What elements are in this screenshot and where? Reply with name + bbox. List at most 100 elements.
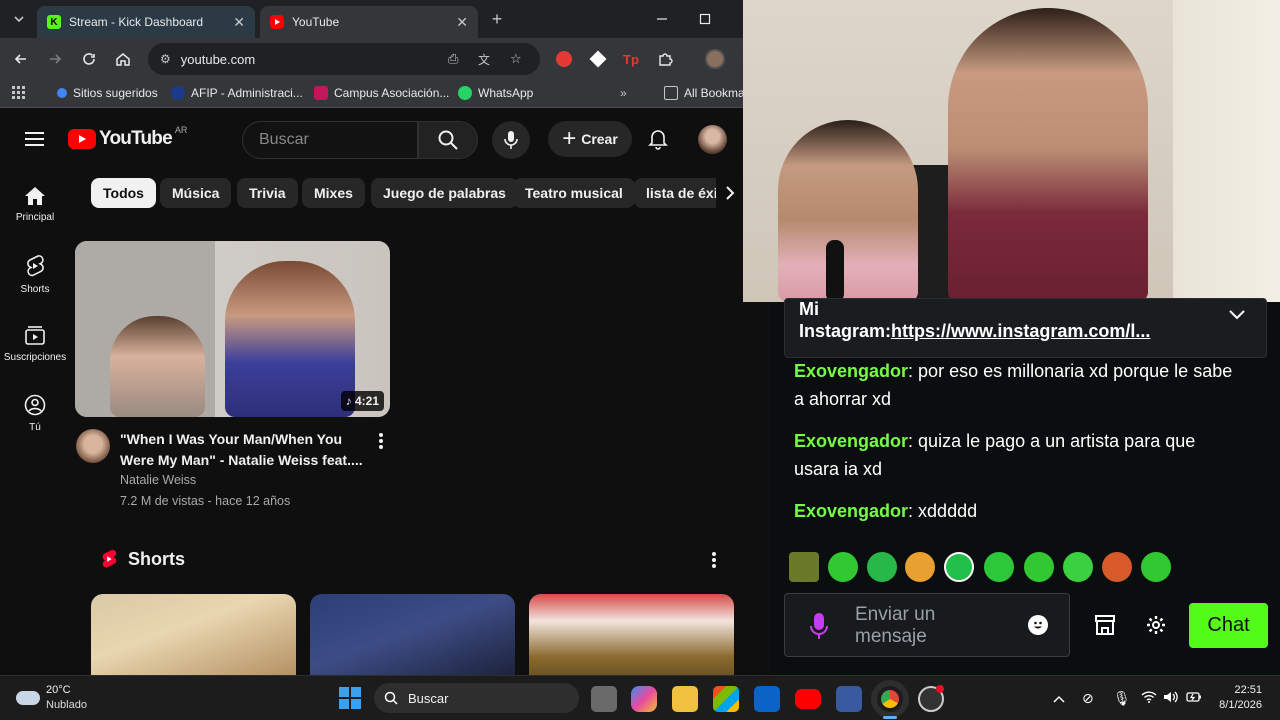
tab-list-icon[interactable]: [8, 8, 30, 30]
sidebar-item-principal[interactable]: Principal: [0, 186, 70, 223]
tray-overflow-chevron-icon[interactable]: [1053, 690, 1065, 706]
app-icon[interactable]: [836, 686, 862, 712]
sidebar-label: Suscripciones: [3, 352, 67, 363]
windows-start-icon[interactable]: [339, 687, 361, 709]
tray-microphone-icon[interactable]: 🎙: [1113, 690, 1131, 707]
reload-icon[interactable]: [78, 48, 100, 70]
channel-avatar[interactable]: [76, 429, 110, 463]
tab-youtube[interactable]: YouTube ✕: [260, 6, 478, 38]
chip-todos[interactable]: Todos: [91, 178, 156, 208]
clock[interactable]: 22:51 8/1/2026: [1212, 683, 1262, 713]
chip-musica[interactable]: Música: [160, 178, 232, 208]
bookmarks-overflow-icon[interactable]: »: [620, 86, 627, 100]
emote-icon[interactable]: [1063, 552, 1093, 582]
site-info-icon[interactable]: ⚙: [160, 52, 171, 66]
youtube-logo[interactable]: YouTube AR: [68, 125, 187, 150]
emote-icon[interactable]: [905, 552, 935, 582]
close-tab-icon[interactable]: ✕: [233, 14, 245, 31]
home-icon[interactable]: [112, 48, 134, 70]
sidebar-item-shorts[interactable]: Shorts: [0, 254, 70, 295]
video-thumbnail[interactable]: ♪ 4:21: [75, 241, 390, 417]
more-options-icon[interactable]: [378, 432, 384, 455]
tab-kick-dashboard[interactable]: K Stream - Kick Dashboard ✕: [37, 6, 255, 38]
notifications-bell-icon[interactable]: [648, 128, 668, 155]
short-thumbnail[interactable]: [310, 594, 515, 675]
emote-icon[interactable]: [984, 552, 1014, 582]
minimize-icon[interactable]: [651, 8, 673, 30]
bookmark-afip[interactable]: AFIP - Administraci...: [171, 86, 303, 100]
translate-icon[interactable]: 文: [478, 51, 490, 68]
emote-icon[interactable]: [1141, 552, 1171, 582]
chip-juego-de-palabras[interactable]: Juego de palabras: [371, 178, 518, 208]
menu-icon[interactable]: [25, 130, 45, 153]
search-button[interactable]: [418, 121, 478, 159]
forward-icon[interactable]: [44, 48, 66, 70]
extension-stop-icon[interactable]: [553, 48, 575, 70]
short-thumbnail[interactable]: [91, 594, 296, 675]
microsoft-store-icon[interactable]: [713, 686, 739, 712]
emote-icon[interactable]: [867, 552, 897, 582]
extension-diamond-icon[interactable]: [587, 48, 609, 70]
file-explorer-icon[interactable]: [672, 686, 698, 712]
send-chat-button[interactable]: Chat: [1189, 603, 1268, 648]
youtube-app-icon[interactable]: [795, 689, 821, 709]
bookmark-all-bookmarks[interactable]: All Bookma: [664, 86, 743, 100]
bookmark-whatsapp[interactable]: WhatsApp: [458, 86, 533, 100]
task-view-icon[interactable]: [591, 686, 617, 712]
voice-search-button[interactable]: [492, 121, 530, 159]
extensions-puzzle-icon[interactable]: [654, 48, 676, 70]
emote-icon[interactable]: [1102, 552, 1132, 582]
chip-mixes[interactable]: Mixes: [302, 178, 365, 208]
weather-widget[interactable]: 20°C Nublado: [16, 683, 87, 713]
battery-charging-icon[interactable]: [1186, 690, 1202, 706]
chat-username[interactable]: Exovengador: [794, 361, 908, 381]
extension-tp-icon[interactable]: Tp: [620, 48, 642, 70]
address-bar[interactable]: ⚙ youtube.com ⎙ 文 ☆: [148, 43, 540, 75]
copilot-icon[interactable]: [631, 686, 657, 712]
short-thumbnail[interactable]: [529, 594, 734, 675]
taskbar-search[interactable]: Buscar: [374, 683, 579, 713]
search-icon: [384, 691, 398, 705]
emoji-picker-icon[interactable]: [1028, 615, 1048, 635]
chat-username[interactable]: Exovengador: [794, 501, 908, 521]
chrome-icon[interactable]: [871, 680, 909, 718]
chat-settings-gear-icon[interactable]: [1146, 615, 1166, 640]
sidebar-item-tu[interactable]: Tú: [0, 394, 70, 433]
search-input[interactable]: Buscar: [242, 121, 418, 159]
channel-name[interactable]: Natalie Weiss: [120, 473, 196, 487]
chip-teatro-musical[interactable]: Teatro musical: [513, 178, 635, 208]
apps-grid-icon[interactable]: [12, 86, 26, 100]
profile-avatar[interactable]: [704, 48, 726, 70]
bookmark-sitios-sugeridos[interactable]: Sitios sugeridos: [57, 86, 158, 100]
bookmark-campus[interactable]: Campus Asociación...: [314, 86, 449, 100]
emote-icon[interactable]: [789, 552, 819, 582]
create-button[interactable]: + Crear: [548, 121, 632, 157]
chips-next-icon[interactable]: [716, 178, 743, 208]
chat-message-input[interactable]: Enviar un mensaje: [784, 593, 1070, 657]
volume-icon[interactable]: [1163, 690, 1179, 707]
video-title[interactable]: "When I Was Your Man/When You Were My Ma…: [120, 429, 370, 471]
maximize-icon[interactable]: [694, 8, 716, 30]
store-icon[interactable]: [1094, 614, 1116, 641]
account-avatar[interactable]: [698, 125, 727, 154]
chip-lista-de-exitos[interactable]: lista de éxit: [634, 178, 724, 208]
emote-icon[interactable]: [944, 552, 974, 582]
pinned-message[interactable]: Mi Instagram:https://www.instagram.com/l…: [784, 298, 1267, 358]
camera-off-icon[interactable]: ⊘: [1082, 690, 1094, 707]
pinned-link[interactable]: https://www.instagram.com/l...: [891, 321, 1150, 341]
install-icon[interactable]: ⎙: [448, 51, 458, 67]
emote-icon[interactable]: [1024, 552, 1054, 582]
outlook-icon[interactable]: [754, 686, 780, 712]
pinned-collapse-chevron-icon[interactable]: [1229, 307, 1245, 325]
new-tab-icon[interactable]: +: [486, 8, 508, 30]
microphone-icon[interactable]: [809, 612, 829, 645]
chip-trivia[interactable]: Trivia: [237, 178, 298, 208]
chat-username[interactable]: Exovengador: [794, 431, 908, 451]
emote-icon[interactable]: [828, 552, 858, 582]
back-icon[interactable]: [10, 48, 32, 70]
bookmark-star-icon[interactable]: ☆: [510, 51, 522, 67]
wifi-icon[interactable]: [1141, 690, 1157, 706]
sidebar-item-suscripciones[interactable]: Suscripciones: [0, 324, 70, 363]
close-tab-icon[interactable]: ✕: [456, 14, 468, 31]
shorts-more-options-icon[interactable]: [711, 551, 717, 574]
